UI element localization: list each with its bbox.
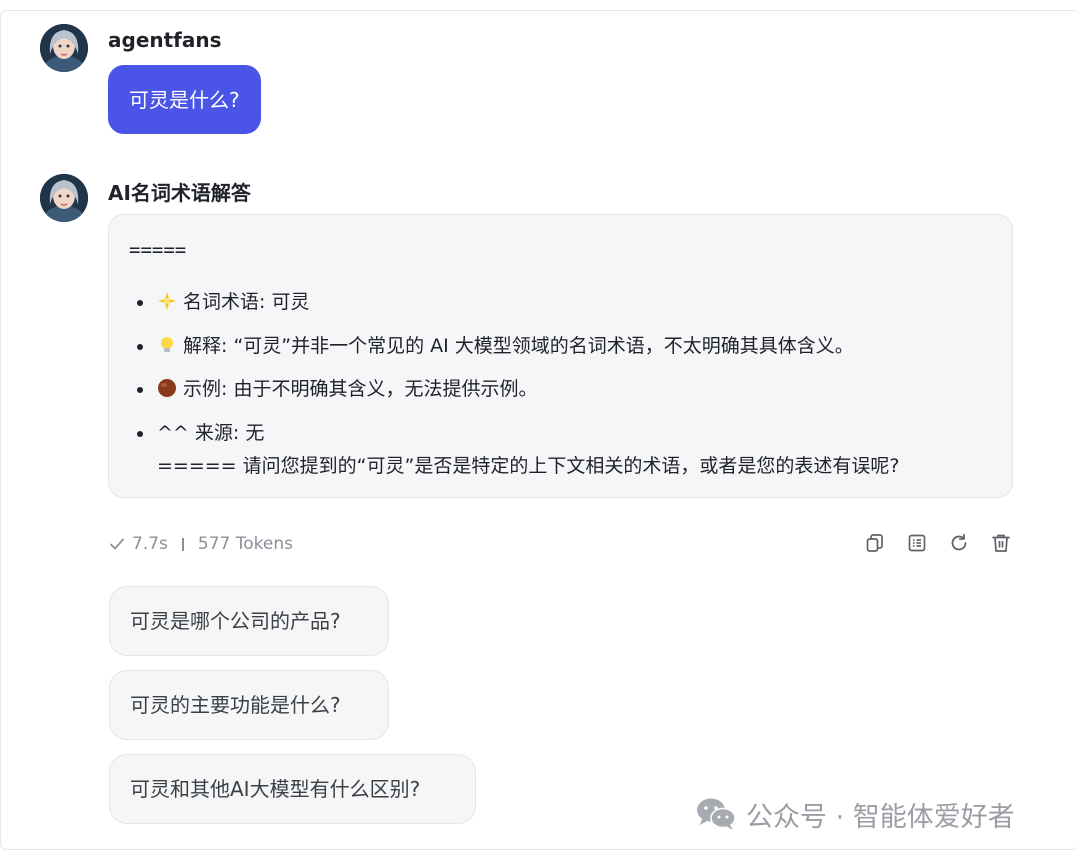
- list-item: 解释: “可灵”并非一个常见的 AI 大模型领域的名词术语，不太明确其具体含义。: [137, 333, 899, 359]
- list-item-followup: ===== 请问您提到的“可灵”是否是特定的上下文相关的术语，或者是您的表述有误…: [157, 455, 900, 477]
- sparkle-icon: [158, 292, 176, 310]
- list-item-text: ^^ 来源: 无: [157, 422, 265, 444]
- list-item: 名词术语: 可灵: [137, 289, 899, 315]
- lightbulb-icon: [161, 337, 173, 352]
- suggestion-chip[interactable]: 可灵和其他AI大模型有什么区别?: [109, 754, 476, 824]
- watermark-text: 公众号 · 智能体爱好者: [746, 801, 1015, 833]
- list-item: 示例: 由于不明确其含义，无法提供示例。: [137, 376, 899, 402]
- reply-bullet-list: 名词术语: 可灵 解释: “可灵”并非一个常见的 AI 大模型领域的名词术语，不…: [137, 289, 899, 479]
- separator-line: =====: [129, 239, 187, 261]
- assistant-avatar[interactable]: [40, 174, 88, 222]
- suggestion-chip[interactable]: 可灵的主要功能是什么?: [109, 670, 389, 740]
- list-item-text: 名词术语: 可灵: [183, 291, 310, 313]
- user-avatar[interactable]: [40, 24, 88, 72]
- user-message-bubble: 可灵是什么?: [108, 65, 261, 134]
- copy-icon[interactable]: [864, 532, 886, 554]
- check-icon: [110, 538, 124, 550]
- refresh-icon[interactable]: [948, 532, 970, 554]
- response-meta: 7.7s 577 Tokens: [108, 532, 293, 556]
- assistant-name: AI名词术语解答: [108, 181, 251, 205]
- wechat-icon: [697, 798, 736, 830]
- list-item: ^^ 来源: 无 ===== 请问您提到的“可灵”是否是特定的上下文相关的术语，…: [137, 420, 899, 479]
- response-duration: 7.7s: [132, 534, 168, 554]
- document-icon[interactable]: [906, 532, 928, 554]
- message-actions: [864, 532, 1012, 554]
- watermark: 公众号 · 智能体爱好者: [696, 794, 1015, 834]
- assistant-reply-card: ===== 名词术语: 可灵 解释: “可灵”并非一个常见的 AI 大模型领域的…: [108, 214, 1013, 498]
- user-name: agentfans: [108, 28, 222, 52]
- token-count: 577 Tokens: [197, 534, 293, 554]
- suggestion-chip[interactable]: 可灵是哪个公司的产品?: [109, 586, 389, 656]
- list-item-text: 解释: “可灵”并非一个常见的 AI 大模型领域的名词术语，不太明确其具体含义。: [183, 335, 854, 357]
- trash-icon[interactable]: [990, 532, 1012, 554]
- meta-divider: [181, 537, 184, 551]
- chestnut-icon: [158, 379, 176, 397]
- list-item-text: 示例: 由于不明确其含义，无法提供示例。: [183, 378, 538, 400]
